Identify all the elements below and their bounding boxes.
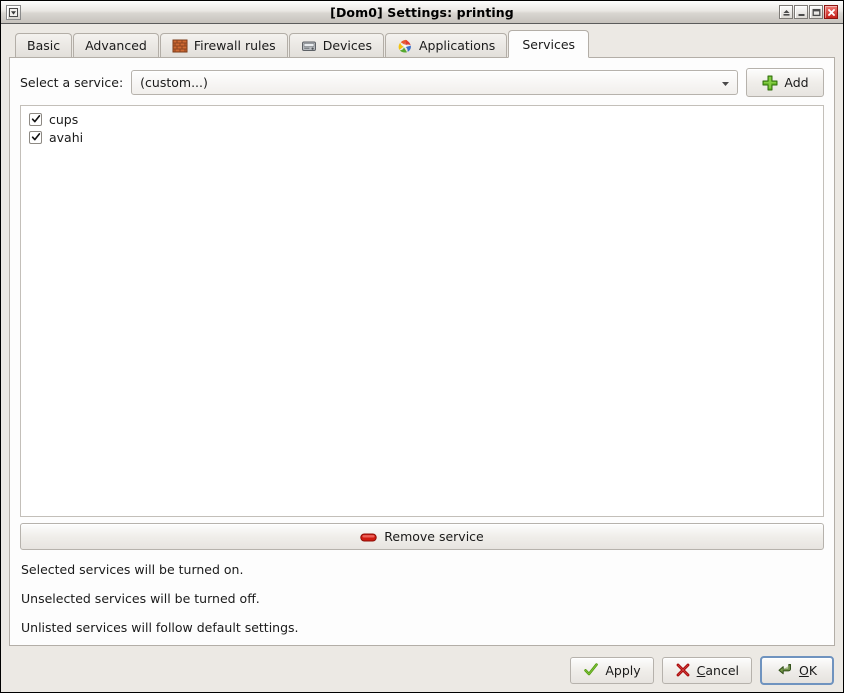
- tab-devices[interactable]: Devices: [288, 33, 384, 57]
- shade-button[interactable]: [779, 5, 793, 19]
- ok-rest: K: [808, 662, 818, 678]
- tab-advanced-label: Advanced: [85, 38, 147, 53]
- apply-button[interactable]: Apply: [570, 656, 654, 684]
- tab-basic-label: Basic: [27, 38, 61, 53]
- minus-icon: [360, 531, 377, 542]
- apply-label: Apply: [605, 662, 641, 678]
- tab-basic[interactable]: Basic: [15, 33, 73, 57]
- remove-service-label: Remove service: [384, 529, 484, 544]
- minimize-button[interactable]: [794, 5, 808, 19]
- device-icon: [301, 38, 317, 54]
- window-body: Basic Advanced Firewall rules Devices Ap…: [1, 24, 843, 650]
- cancel-rest: ancel: [705, 662, 739, 678]
- tab-firewall-rules-label: Firewall rules: [193, 38, 276, 53]
- maximize-button[interactable]: [809, 5, 823, 19]
- cancel-label: Cancel: [697, 663, 739, 678]
- x-icon: [675, 662, 691, 678]
- plus-icon: [761, 74, 779, 92]
- chevron-down-icon: [720, 77, 731, 88]
- tab-devices-label: Devices: [322, 38, 372, 53]
- ok-button[interactable]: OK: [760, 655, 834, 685]
- check-icon: [583, 662, 599, 678]
- service-checkbox[interactable]: [29, 130, 42, 144]
- brick-wall-icon: [172, 38, 188, 54]
- select-service-label: Select a service:: [20, 75, 124, 90]
- service-select-value: (custom...): [140, 75, 208, 90]
- select-service-row: Select a service: (custom...) Add: [20, 68, 824, 97]
- list-item[interactable]: avahi: [21, 128, 823, 146]
- hint-selected: Selected services will be turned on.: [21, 562, 244, 577]
- tab-bar: Basic Advanced Firewall rules Devices Ap…: [9, 30, 835, 58]
- list-item-label: cups: [49, 111, 79, 127]
- window-title: [Dom0] Settings: printing: [330, 4, 514, 20]
- add-service-label: Add: [784, 75, 809, 90]
- tab-applications[interactable]: Applications: [384, 33, 508, 57]
- list-item-label: avahi: [49, 129, 84, 145]
- tab-advanced[interactable]: Advanced: [73, 33, 159, 57]
- ok-label: OK: [799, 663, 817, 678]
- tab-firewall-rules[interactable]: Firewall rules: [159, 33, 288, 57]
- tab-services[interactable]: Services: [508, 30, 590, 58]
- services-list[interactable]: cups avahi: [20, 105, 824, 517]
- close-button[interactable]: [824, 5, 838, 19]
- list-item[interactable]: cups: [21, 110, 823, 128]
- hints-block: Selected services will be turned on. Uns…: [20, 560, 824, 637]
- title-bar: [Dom0] Settings: printing: [1, 1, 843, 24]
- settings-window: [Dom0] Settings: printing Basic Advanced…: [0, 0, 844, 693]
- remove-service-button[interactable]: Remove service: [20, 523, 824, 550]
- service-checkbox[interactable]: [29, 112, 42, 126]
- add-service-button[interactable]: Add: [746, 68, 824, 97]
- hint-unselected: Unselected services will be turned off.: [21, 591, 260, 606]
- services-panel: Select a service: (custom...) Add cups a…: [9, 57, 835, 646]
- tab-services-label: Services: [522, 36, 576, 52]
- tab-applications-label: Applications: [418, 38, 496, 53]
- service-select[interactable]: (custom...): [131, 70, 738, 95]
- cancel-button[interactable]: Cancel: [661, 656, 752, 684]
- applications-icon: [397, 38, 413, 54]
- window-menu-icon[interactable]: [6, 4, 21, 20]
- hint-unlisted: Unlisted services will follow default se…: [21, 620, 299, 635]
- dialog-footer: Apply Cancel OK: [1, 650, 843, 692]
- enter-arrow-icon: [777, 662, 793, 678]
- ok-accel: O: [798, 662, 809, 678]
- window-controls: [779, 5, 840, 19]
